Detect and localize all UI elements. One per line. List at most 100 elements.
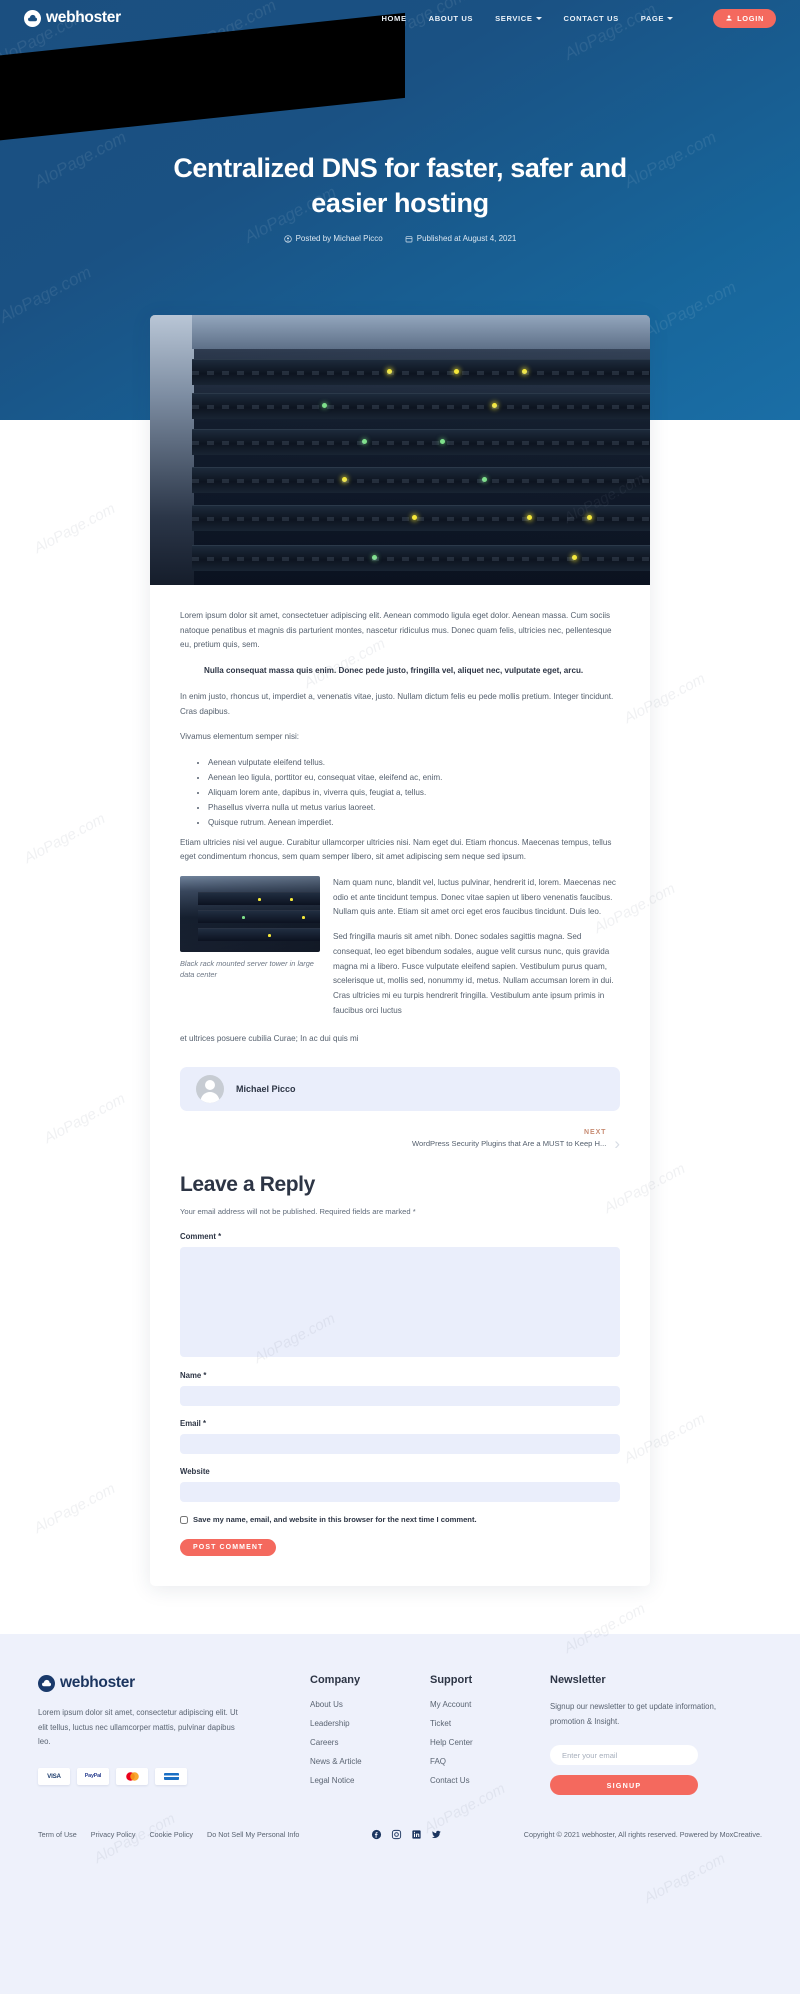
next-post-link[interactable]: NEXT WordPress Security Plugins that Are…	[412, 1129, 606, 1148]
article-list: Aenean vulputate eleifend tellus. Aenean…	[208, 756, 620, 830]
comment-textarea[interactable]	[180, 1247, 620, 1358]
nav-item-page[interactable]: PAGE	[640, 13, 674, 23]
article-figure-row: Black rack mounted server tower in large…	[180, 876, 620, 1028]
article-paragraph: Etiam ultricies nisi vel augue. Curabitu…	[180, 837, 612, 862]
instagram-icon[interactable]	[391, 1829, 402, 1840]
list-item: Aenean leo ligula, porttitor eu, consequ…	[208, 771, 620, 785]
article-figure: Black rack mounted server tower in large…	[180, 876, 320, 980]
image-server-racks	[192, 345, 650, 585]
name-field-label: Name *	[180, 1371, 207, 1381]
footer-description: Lorem ipsum dolor sit amet, consectetur …	[38, 1708, 238, 1747]
article-body: Lorem ipsum dolor sit amet, consectetuer…	[150, 585, 650, 1047]
user-icon	[726, 15, 732, 21]
post-meta: Posted by Michael Picco Published at Aug…	[0, 234, 800, 243]
facebook-icon[interactable]	[371, 1829, 382, 1840]
watermark-text: AloPage.com	[31, 500, 118, 557]
footer-newsletter-description: Signup our newsletter to get update info…	[550, 1702, 717, 1726]
footer-brand-column: webhoster Lorem ipsum dolor sit amet, co…	[38, 1674, 310, 1795]
save-info-checkbox[interactable]	[180, 1515, 188, 1524]
site-footer: webhoster Lorem ipsum dolor sit amet, co…	[0, 1634, 800, 1995]
footer-company-title: Company	[310, 1674, 361, 1687]
footer-link-privacy-policy[interactable]: Privacy Policy	[91, 1830, 136, 1839]
site-logo[interactable]: webhoster	[24, 9, 121, 27]
footer-link-term-of-use[interactable]: Term of Use	[38, 1830, 77, 1839]
paypal-icon: PayPal	[77, 1767, 109, 1785]
amex-icon	[155, 1767, 187, 1785]
footer-support-column: Support My Account Ticket Help Center FA…	[430, 1674, 550, 1795]
top-navigation-bar: webhoster HOME ABOUT US SERVICE CONTACT …	[0, 0, 800, 36]
comment-field-label: Comment *	[180, 1232, 222, 1242]
save-info-row[interactable]: Save my name, email, and website in this…	[180, 1515, 620, 1524]
newsletter-email-input[interactable]	[550, 1745, 698, 1766]
visa-icon: VISA	[38, 1767, 70, 1785]
footer-newsletter-column: Newsletter Signup our newsletter to get …	[550, 1674, 730, 1796]
post-comment-button[interactable]: POST COMMENT	[180, 1539, 277, 1557]
post-navigation[interactable]: NEXT WordPress Security Plugins that Are…	[180, 1129, 620, 1152]
rack-row	[192, 467, 650, 493]
footer-link-ticket[interactable]: Ticket	[430, 1719, 550, 1728]
watermark-text: AloPage.com	[31, 1480, 118, 1537]
footer-company-column: Company About Us Leadership Careers News…	[310, 1674, 430, 1795]
linkedin-icon[interactable]	[411, 1829, 422, 1840]
article-paragraph: Nam quam nunc, blandit vel, luctus pulvi…	[333, 878, 616, 917]
figure-caption: Black rack mounted server tower in large…	[180, 959, 314, 980]
nav-label: SERVICE	[495, 13, 533, 23]
watermark-text: AloPage.com	[41, 1090, 128, 1147]
footer-link-do-not-sell[interactable]: Do Not Sell My Personal Info	[207, 1830, 299, 1839]
post-author-meta: Posted by Michael Picco	[283, 234, 383, 244]
comment-form-note: Your email address will not be published…	[180, 1207, 416, 1217]
footer-link-cookie-policy[interactable]: Cookie Policy	[149, 1830, 193, 1839]
nav-item-service[interactable]: SERVICE	[495, 13, 542, 23]
comment-form-section: Leave a Reply Your email address will no…	[150, 1151, 650, 1557]
footer-logo[interactable]: webhoster	[38, 1674, 310, 1692]
footer-link-leadership[interactable]: Leadership	[310, 1719, 430, 1728]
watermark-text: AloPage.com	[21, 810, 108, 867]
name-input[interactable]	[180, 1386, 620, 1407]
next-label: NEXT	[584, 1129, 607, 1137]
nav-item-home[interactable]: HOME	[381, 14, 406, 23]
comment-form-heading: Leave a Reply	[180, 1173, 315, 1197]
footer-link-contact-us[interactable]: Contact Us	[430, 1776, 550, 1785]
article-paragraph: Lorem ipsum dolor sit amet, consectetuer…	[180, 611, 612, 650]
save-info-label: Save my name, email, and website in this…	[193, 1515, 477, 1525]
list-item: Aliquam lorem ante, dapibus in, viverra …	[208, 786, 620, 800]
footer-link-about-us[interactable]: About Us	[310, 1700, 430, 1709]
website-field-label: Website	[180, 1467, 210, 1477]
featured-image	[150, 315, 650, 585]
image-ceiling	[192, 315, 650, 349]
footer-link-my-account[interactable]: My Account	[430, 1700, 550, 1709]
footer-link-help-center[interactable]: Help Center	[430, 1738, 550, 1747]
article-blockquote: Nulla consequat massa quis enim. Donec p…	[204, 666, 584, 676]
footer-link-legal-notice[interactable]: Legal Notice	[310, 1776, 430, 1785]
footer-link-careers[interactable]: Careers	[310, 1738, 430, 1747]
nav-label: ABOUT US	[428, 13, 474, 23]
cloud-icon	[38, 1674, 55, 1692]
list-item: Quisque rutrum. Aenean imperdiet.	[208, 816, 620, 830]
newsletter-signup-button[interactable]: SIGNUP	[550, 1775, 698, 1796]
payment-cards: VISA PayPal	[38, 1767, 310, 1785]
article-paragraph: Sed fringilla mauris sit amet nibh. Done…	[333, 932, 614, 1015]
footer-link-faq[interactable]: FAQ	[430, 1757, 550, 1766]
list-item: Aenean vulputate eleifend tellus.	[208, 756, 620, 770]
nav-item-contact-us[interactable]: CONTACT US	[564, 14, 619, 23]
author-box[interactable]: Michael Picco	[180, 1067, 620, 1112]
email-input[interactable]	[180, 1434, 620, 1455]
page-title: Centralized DNS for faster, safer and ea…	[173, 153, 627, 218]
watermark-text: AloPage.com	[641, 277, 740, 342]
nav-item-about-us[interactable]: ABOUT US	[429, 14, 473, 23]
rack-row	[192, 429, 650, 455]
twitter-icon[interactable]	[431, 1829, 442, 1840]
post-author-text: Posted by Michael Picco	[295, 234, 383, 244]
footer-link-news-article[interactable]: News & Article	[310, 1757, 430, 1766]
chevron-right-icon[interactable]: ›	[614, 1135, 620, 1152]
article-paragraph: In enim justo, rhoncus ut, imperdiet a, …	[180, 691, 614, 716]
social-links	[371, 1829, 442, 1840]
website-input[interactable]	[180, 1482, 620, 1503]
hero-content: Centralized DNS for faster, safer and ea…	[0, 36, 800, 243]
calendar-icon	[405, 235, 413, 242]
copyright-text: Copyright © 2021 webhoster, All rights r…	[523, 1830, 762, 1840]
main-menu: HOME ABOUT US SERVICE CONTACT US PAGE LO…	[381, 8, 776, 28]
chevron-down-icon	[535, 16, 542, 20]
login-button[interactable]: LOGIN	[713, 8, 776, 28]
nav-label: PAGE	[640, 13, 665, 23]
